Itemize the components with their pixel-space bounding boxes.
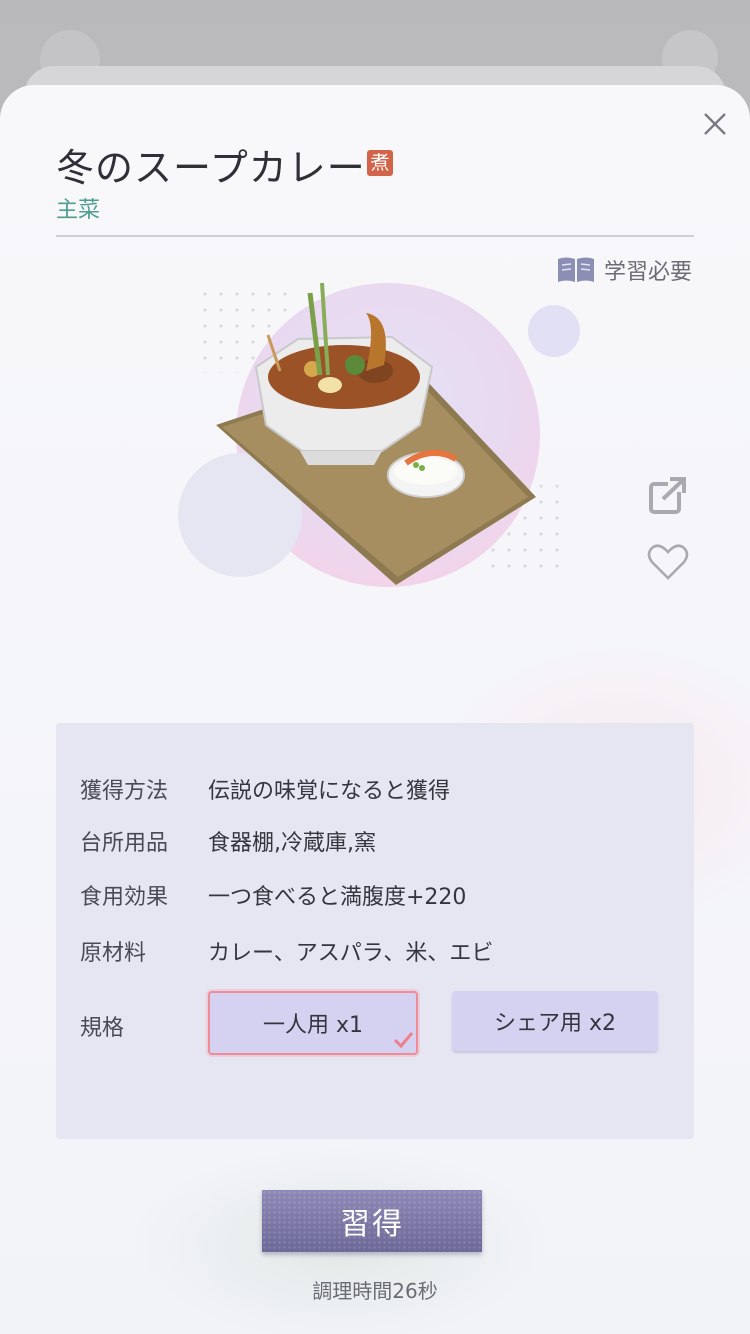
recipe-title: 冬のスープカレー [56,146,366,190]
cooking-time: 調理時間26秒 [312,1279,438,1303]
spec-option-label: シェア用 x2 [493,1011,616,1036]
info-row-effect: 食用効果 一つ食べると満腹度+220 [80,879,466,911]
dish-illustration [178,282,580,587]
share-icon[interactable] [648,475,688,515]
info-label: 台所用品 [80,831,169,856]
cooking-method-badge: 煮 [367,150,393,176]
info-row-kitchenware: 台所用品 食器棚,冷蔵庫,窯 [80,825,376,857]
recipe-category: 主菜 [56,198,101,223]
recipe-info-panel: 獲得方法 伝説の味覚になると獲得 台所用品 食器棚,冷蔵庫,窯 食用効果 一つ食… [56,723,694,1139]
info-label: 獲得方法 [80,779,169,804]
info-row-ingredients: 原材料 カレー、アスパラ、米、エビ [80,935,493,967]
checkmark-icon [393,1032,414,1049]
info-value: カレー、アスパラ、米、エビ [208,941,494,966]
close-icon [704,113,726,135]
close-button[interactable] [700,109,730,139]
title-divider [56,235,694,237]
spec-option-single[interactable]: 一人用 x1 [208,991,418,1055]
spec-option-label: 一人用 x1 [262,1013,363,1038]
info-label: 原材料 [80,941,147,966]
learn-button-label: 習得 [340,1207,404,1242]
info-label: 食用効果 [80,885,169,910]
info-value: 伝説の味覚になると獲得 [208,779,451,804]
info-value: 一つ食べると満腹度+220 [208,885,467,910]
info-row-acquisition: 獲得方法 伝説の味覚になると獲得 [80,773,450,805]
info-value: 食器棚,冷蔵庫,窯 [208,831,376,856]
heart-icon[interactable] [646,542,690,582]
learn-button[interactable]: 習得 [262,1190,482,1252]
spec-label: 規格 [80,1016,125,1041]
spec-option-share[interactable]: シェア用 x2 [452,991,658,1051]
recipe-detail-card: 冬のスープカレー 煮 主菜 学習必要 獲得方法 伝説の味覚になると獲得 台所用品… [0,85,750,1334]
learn-required-text: 学習必要 [604,260,693,285]
